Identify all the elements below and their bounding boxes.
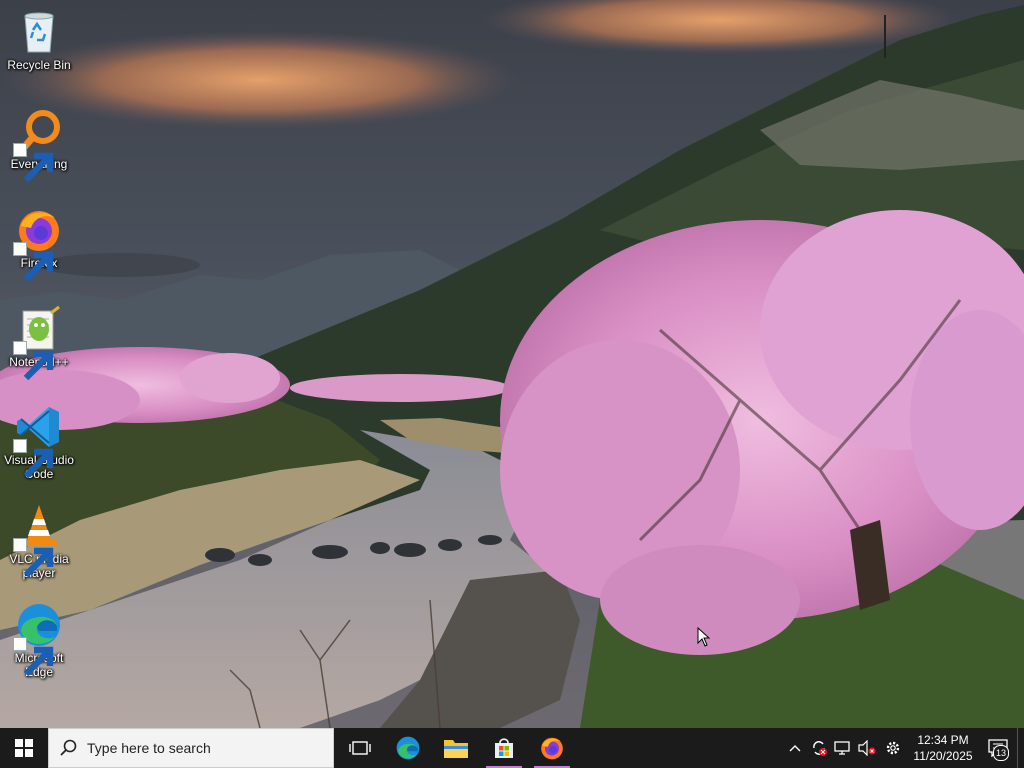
- start-button[interactable]: [0, 728, 48, 768]
- desktop-icon-notepadpp[interactable]: Notepad++: [0, 299, 78, 391]
- search-icon: [49, 739, 87, 757]
- taskbar: Type here to search 12:34 PM 11/20/2025 …: [0, 728, 1024, 768]
- desktop-icon-everything[interactable]: Everything: [0, 101, 78, 193]
- windows-logo-icon: [15, 739, 33, 757]
- shortcut-arrow-icon: [13, 637, 54, 677]
- network-icon[interactable]: [831, 728, 855, 768]
- mouse-cursor-icon: [697, 627, 711, 647]
- notepadpp-icon: [13, 305, 63, 381]
- everything-search-icon: [13, 107, 63, 183]
- desktop-icon-firefox[interactable]: Firefox: [0, 200, 78, 292]
- task-view-button[interactable]: [336, 728, 384, 768]
- shortcut-arrow-icon: [13, 538, 54, 578]
- firefox-icon: [13, 206, 63, 282]
- clock-time: 12:34 PM: [917, 733, 969, 747]
- desktop-icon-edge[interactable]: Microsoft Edge: [0, 595, 78, 687]
- clock-date: 11/20/2025: [913, 749, 973, 763]
- desktop-icon-vscode[interactable]: Visual Studio Code: [0, 397, 78, 489]
- firefox-icon: [541, 737, 563, 760]
- vlc-icon: [13, 502, 63, 578]
- edge-icon: [396, 736, 420, 760]
- show-desktop-button[interactable]: [1017, 728, 1024, 768]
- folder-icon: [444, 740, 468, 758]
- shortcut-arrow-icon: [13, 242, 54, 282]
- vscode-icon: [13, 403, 63, 479]
- store-icon: [495, 738, 513, 758]
- chevron-up-icon[interactable]: [783, 728, 807, 768]
- action-center-button[interactable]: 13: [979, 728, 1017, 768]
- volume-muted-icon[interactable]: [855, 728, 879, 768]
- taskbar-clock[interactable]: 12:34 PM 11/20/2025: [907, 732, 979, 764]
- taskbar-search-box[interactable]: Type here to search: [48, 728, 334, 768]
- edge-icon: [13, 601, 63, 677]
- shortcut-arrow-icon: [13, 341, 54, 381]
- sync-error-icon[interactable]: [807, 728, 831, 768]
- recycle-bin-icon: [15, 8, 63, 56]
- shortcut-arrow-icon: [13, 143, 54, 183]
- desktop-wallpaper: [0, 0, 1024, 728]
- taskbar-store-button[interactable]: [480, 728, 528, 768]
- taskbar-file-explorer-button[interactable]: [432, 728, 480, 768]
- task-view-icon: [349, 741, 371, 755]
- desktop-icon-label: Recycle Bin: [7, 58, 71, 72]
- desktop-icon-vlc[interactable]: VLC media player: [0, 496, 78, 588]
- shortcut-arrow-icon: [13, 439, 54, 479]
- taskbar-firefox-button[interactable]: [528, 728, 576, 768]
- notification-count-badge: 13: [993, 745, 1009, 761]
- search-placeholder: Type here to search: [87, 740, 211, 756]
- system-tray: 12:34 PM 11/20/2025 13: [783, 728, 1024, 768]
- taskbar-edge-button[interactable]: [384, 728, 432, 768]
- desktop-icon-recycle-bin[interactable]: Recycle Bin: [0, 2, 78, 94]
- settings-gear-icon[interactable]: [879, 728, 907, 768]
